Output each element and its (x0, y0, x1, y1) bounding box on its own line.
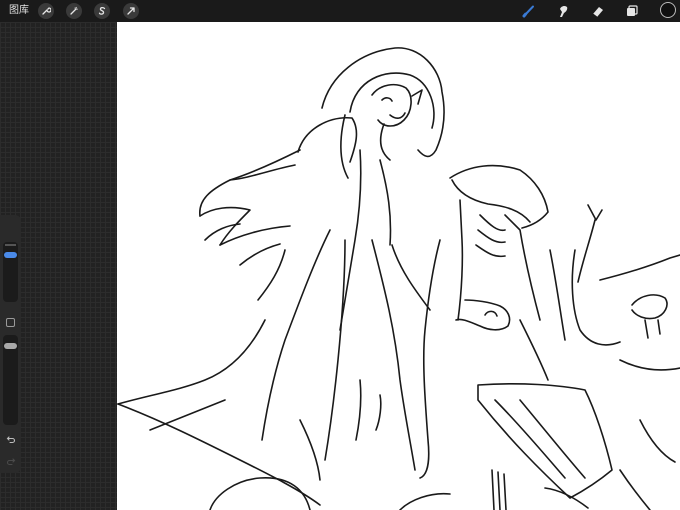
gallery-button[interactable]: 图库 (9, 4, 29, 18)
brush-size-thumb[interactable] (4, 252, 17, 258)
brush-size-slider[interactable] (3, 242, 18, 302)
redo-icon[interactable] (4, 455, 17, 467)
brush-sidebar (0, 215, 21, 473)
selection-s-icon[interactable] (94, 3, 110, 19)
sketch-artwork (117, 47, 680, 510)
layers-icon[interactable] (624, 3, 640, 19)
drawing-canvas[interactable] (117, 22, 680, 510)
opacity-thumb[interactable] (4, 343, 17, 349)
modify-square-icon[interactable] (6, 318, 15, 327)
smudge-icon[interactable] (555, 3, 571, 19)
brush-icon[interactable] (521, 3, 537, 19)
top-toolbar: 图库 (0, 0, 680, 22)
left-dark-panel (0, 22, 117, 510)
adjustments-wand-icon[interactable] (66, 3, 82, 19)
slider-handle-mark (5, 244, 16, 246)
undo-icon[interactable] (4, 433, 17, 445)
eraser-icon[interactable] (590, 3, 606, 19)
transform-arrow-icon[interactable] (123, 3, 139, 19)
actions-wrench-icon[interactable] (38, 3, 54, 19)
color-picker-swatch[interactable] (660, 2, 676, 18)
